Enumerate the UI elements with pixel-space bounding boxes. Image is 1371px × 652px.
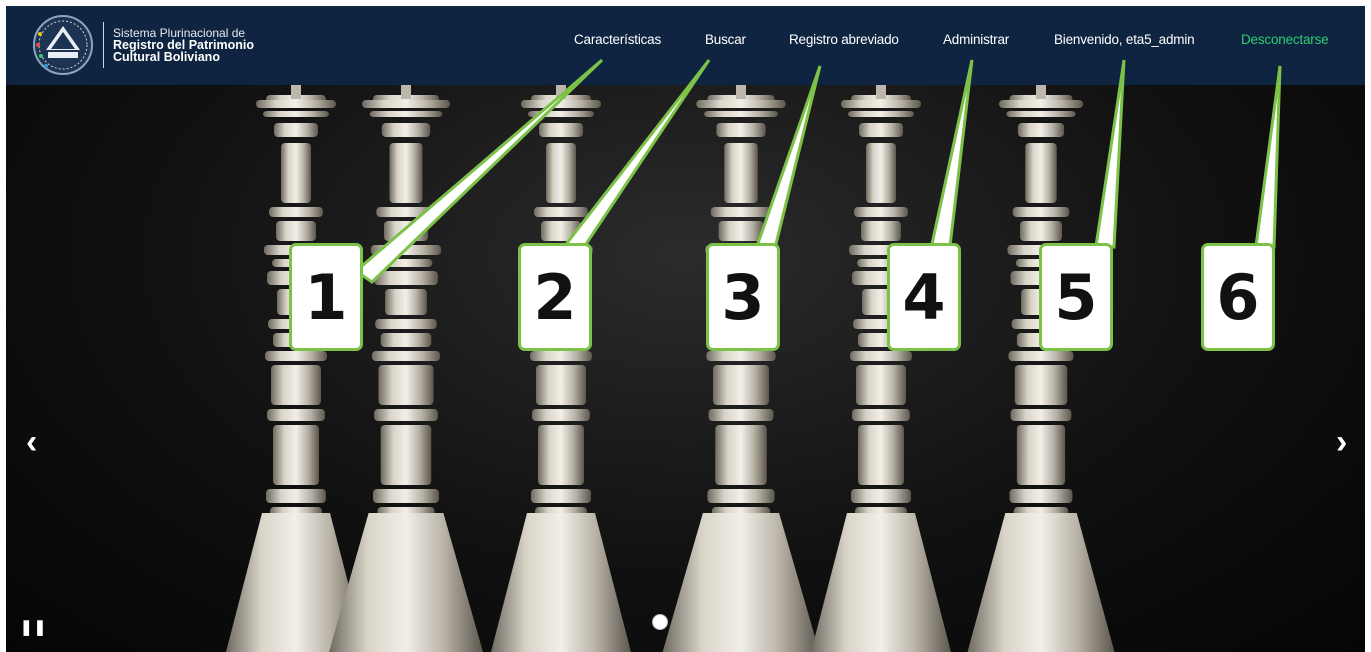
nav-logout[interactable]: Desconectarse (1241, 32, 1329, 47)
hero-carousel: ‹ › (6, 85, 1365, 652)
top-navbar: Sistema Plurinacional de Registro del Pa… (6, 6, 1365, 85)
nav-welcome-user[interactable]: Bienvenido, eta5_admin (1054, 32, 1195, 47)
nav-administrar[interactable]: Administrar (943, 32, 1009, 47)
callout-2: 2 (518, 243, 592, 351)
carousel-slide-image (226, 85, 1115, 652)
candlestick (967, 85, 1115, 652)
nav-buscar[interactable]: Buscar (705, 32, 746, 47)
chevron-left-icon: ‹ (26, 423, 38, 461)
candlestick (226, 85, 366, 652)
candlestick (329, 85, 483, 652)
callout-5: 5 (1039, 243, 1113, 351)
main-nav: Características Buscar Registro abreviad… (6, 6, 1365, 85)
callout-4: 4 (887, 243, 961, 351)
candlestick (491, 85, 631, 652)
browser-viewport: Sistema Plurinacional de Registro del Pa… (6, 6, 1365, 652)
nav-registro-abreviado[interactable]: Registro abreviado (789, 32, 899, 47)
carousel-next-button[interactable]: › (1336, 423, 1347, 462)
nav-caracteristicas[interactable]: Características (574, 32, 661, 47)
carousel-indicator-dot[interactable] (652, 614, 668, 630)
chevron-right-icon: › (1336, 423, 1348, 461)
callout-6: 6 (1201, 243, 1275, 351)
carousel-prev-button[interactable]: ‹ (26, 423, 37, 462)
callout-1: 1 (289, 243, 363, 351)
candlestick (662, 85, 820, 652)
callout-3: 3 (706, 243, 780, 351)
candlestick (811, 85, 951, 652)
carousel-pause-button[interactable]: ❚❚ (20, 618, 47, 636)
pause-icon: ❚❚ (20, 619, 48, 636)
